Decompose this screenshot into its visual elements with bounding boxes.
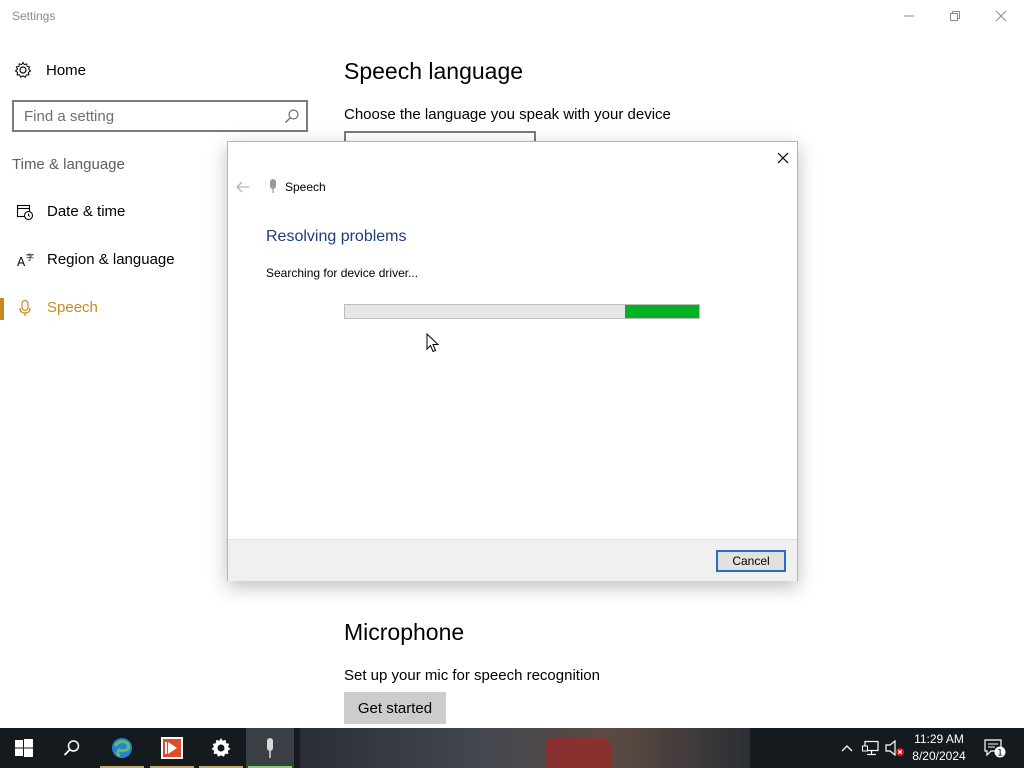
taskbar-speech-troubleshooter[interactable] [246, 728, 294, 768]
microphone-icon [270, 179, 276, 193]
microphone-icon [267, 738, 273, 758]
sidebar-item-label: Date & time [47, 203, 126, 220]
section-title: Time & language [12, 156, 125, 173]
nav-home-label: Home [46, 61, 87, 79]
notification-count: 1 [997, 749, 1003, 759]
taskbar-media-app[interactable] [148, 728, 196, 768]
sidebar-item-date-time[interactable]: Date & time [0, 194, 240, 230]
back-arrow-icon[interactable] [235, 179, 251, 195]
taskbar: 11:29 AM 8/20/2024 1 [0, 728, 1024, 768]
taskbar-search-button[interactable] [48, 728, 96, 768]
search-input[interactable] [24, 107, 274, 125]
clock-date: 8/20/2024 [912, 749, 966, 763]
taskbar-settings[interactable] [197, 728, 245, 768]
windows-start-icon [15, 739, 33, 757]
sidebar-item-label: Speech [47, 299, 98, 316]
progress-fill [625, 305, 699, 318]
microphone-heading: Microphone [344, 619, 465, 645]
action-center-button[interactable]: 1 [980, 728, 1010, 768]
network-tray-button[interactable] [860, 728, 882, 768]
dialog-status-text: Searching for device driver... [266, 266, 419, 280]
language-icon: A 字 [17, 252, 34, 269]
volume-muted-icon [885, 739, 904, 757]
browser-icon [112, 738, 132, 758]
dialog-footer: Cancel [228, 539, 797, 581]
taskbar-wallpaper-preview [300, 728, 750, 768]
get-started-button[interactable]: Get started [344, 692, 446, 724]
search-icon [63, 740, 80, 756]
close-icon [777, 152, 789, 164]
network-icon [862, 740, 879, 756]
progress-bar [344, 304, 700, 319]
microphone-icon [19, 299, 31, 316]
dialog-heading: Resolving problems [266, 228, 407, 245]
settings-gear-icon [211, 738, 231, 757]
svg-text:A: A [17, 255, 26, 269]
volume-tray-button[interactable] [884, 728, 906, 768]
chevron-up-icon [841, 745, 853, 752]
dialog-app-name: Speech [285, 180, 326, 194]
media-app-icon [161, 737, 183, 759]
taskbar-browser[interactable] [98, 728, 146, 768]
action-center-icon: 1 [984, 739, 1006, 759]
video-thumbnail [545, 738, 611, 768]
mouse-cursor-icon [426, 333, 440, 353]
troubleshooter-dialog: Speech Resolving problems Searching for … [227, 141, 798, 581]
svg-text:字: 字 [26, 252, 34, 262]
microphone-description: Set up your mic for speech recognition [344, 667, 600, 684]
search-box[interactable] [12, 100, 308, 132]
window-title: Settings [12, 9, 56, 23]
cancel-button[interactable]: Cancel [716, 550, 786, 572]
calendar-clock-icon [16, 204, 34, 221]
nav-home[interactable]: Home [14, 58, 86, 82]
speech-language-description: Choose the language you speak with your … [344, 106, 671, 123]
dialog-close-button[interactable] [773, 148, 793, 168]
start-button[interactable] [0, 728, 48, 768]
show-hidden-icons-button[interactable] [838, 728, 856, 768]
clock-time: 11:29 AM [914, 732, 964, 746]
active-indicator [0, 298, 4, 320]
sidebar-item-speech[interactable]: Speech [0, 290, 240, 326]
search-icon[interactable] [284, 108, 300, 124]
speech-language-heading: Speech language [344, 58, 524, 84]
sidebar-item-label: Region & language [47, 251, 175, 268]
home-gear-icon [14, 61, 32, 78]
taskbar-clock[interactable]: 11:29 AM 8/20/2024 [904, 731, 974, 765]
sidebar-item-region-language[interactable]: A 字 Region & language [0, 242, 240, 278]
